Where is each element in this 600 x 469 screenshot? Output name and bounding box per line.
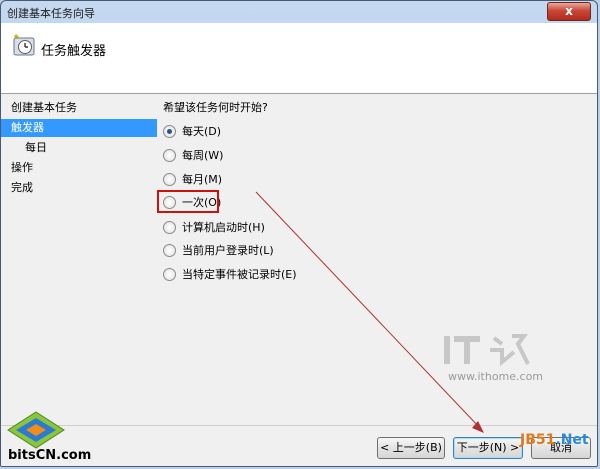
radio-weekly[interactable] — [163, 148, 176, 162]
step-finish[interactable]: 完成 — [1, 179, 33, 197]
option-on-event[interactable]: 当特定事件被记录时(E) — [163, 266, 297, 284]
ithome-logo-icon — [444, 334, 530, 367]
option-daily-label: 每天(D) — [182, 125, 222, 138]
window-title: 创建基本任务向导 — [7, 7, 95, 20]
option-on-event-label: 当特定事件被记录时(E) — [182, 268, 297, 281]
footer-divider — [1, 425, 597, 426]
radio-monthly[interactable] — [163, 172, 176, 186]
trigger-prompt: 希望该任务何时开始? — [163, 101, 268, 114]
wizard-header: 任务触发器 — [1, 23, 597, 93]
option-at-startup-label: 计算机启动时(H) — [182, 221, 265, 234]
next-button[interactable]: 下一步(N) > — [453, 437, 523, 459]
page-title: 任务触发器 — [41, 44, 107, 59]
option-daily[interactable]: 每天(D) — [163, 123, 221, 141]
bitscn-watermark — [6, 410, 66, 453]
close-button[interactable]: x — [547, 2, 591, 21]
wizard-client-area: 任务触发器 创建基本任务 触发器 每日 操作 完成 希望该任务何时开始? 每天(… — [1, 23, 597, 466]
wizard-steps-nav: 创建基本任务 触发器 每日 操作 完成 — [1, 95, 161, 385]
task-scheduler-clock-icon — [13, 33, 35, 56]
bitscn-logo-icon — [7, 411, 65, 449]
jb51-net-text: .Net — [555, 432, 589, 448]
option-weekly[interactable]: 每周(W) — [163, 147, 223, 165]
option-monthly[interactable]: 每月(M) — [163, 171, 222, 189]
radio-at-startup[interactable] — [163, 220, 176, 234]
radio-on-event[interactable] — [163, 267, 176, 281]
radio-daily[interactable] — [163, 124, 176, 138]
ithome-site-watermark: www.ithome.com — [448, 370, 544, 383]
jb51-text: JB51 — [520, 432, 556, 448]
option-at-logon[interactable]: 当前用户登录时(L) — [163, 242, 274, 260]
ithome-watermark — [444, 330, 534, 373]
step-trigger[interactable]: 触发器 — [1, 119, 157, 137]
header-divider — [1, 93, 597, 94]
step-action[interactable]: 操作 — [1, 159, 33, 177]
jb51-watermark: JB51.Net — [520, 432, 589, 448]
annotation-highlight-box — [157, 190, 219, 213]
wizard-window: 创建基本任务向导 x 任务触发器 创建基本任务 触发器 每日 操作 完成 希望该… — [0, 0, 598, 467]
step-daily[interactable]: 每日 — [1, 139, 47, 157]
option-weekly-label: 每周(W) — [182, 149, 224, 162]
step-create-basic-task[interactable]: 创建基本任务 — [1, 99, 77, 117]
option-at-logon-label: 当前用户登录时(L) — [182, 244, 274, 257]
bitscn-text: bitsCN.com — [8, 448, 92, 463]
radio-at-logon[interactable] — [163, 243, 176, 257]
option-at-startup[interactable]: 计算机启动时(H) — [163, 219, 265, 237]
title-bar: 创建基本任务向导 x — [1, 1, 597, 23]
back-button[interactable]: < 上一步(B) — [377, 437, 445, 459]
option-monthly-label: 每月(M) — [182, 173, 223, 186]
